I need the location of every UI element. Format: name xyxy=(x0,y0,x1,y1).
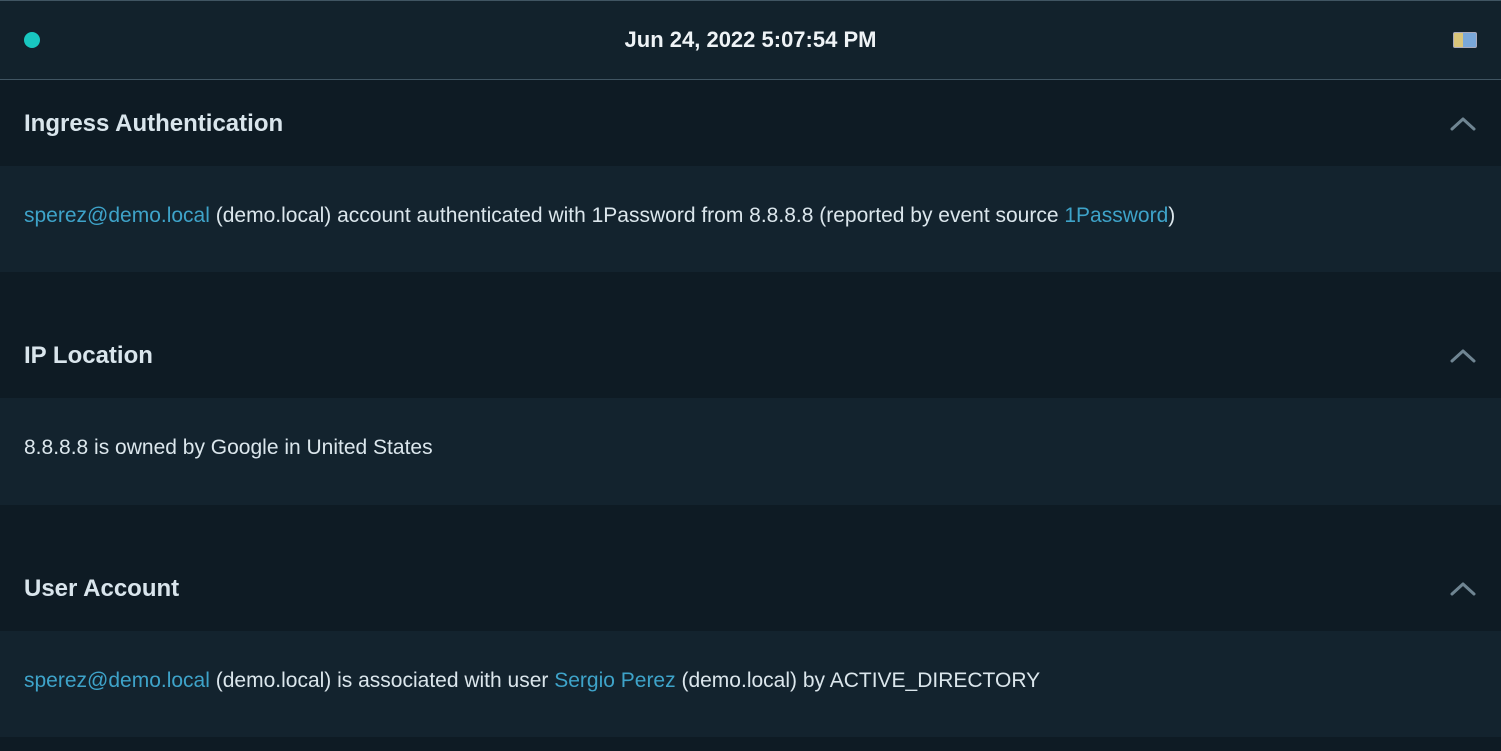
timestamp-bar: Jun 24, 2022 5:07:54 PM xyxy=(0,0,1501,80)
section-body-user: sperez@demo.local (demo.local) is associ… xyxy=(0,631,1501,737)
section-body-ingress: sperez@demo.local (demo.local) account a… xyxy=(0,166,1501,272)
section-title: IP Location xyxy=(24,342,153,370)
section-ingress-authentication: Ingress Authentication sperez@demo.local… xyxy=(0,80,1501,272)
chevron-up-icon[interactable] xyxy=(1449,580,1477,598)
ingress-text-1: (demo.local) account authenticated with … xyxy=(210,204,1064,227)
user-text-2: (demo.local) by ACTIVE_DIRECTORY xyxy=(676,669,1041,692)
section-header-iploc[interactable]: IP Location xyxy=(0,312,1501,398)
section-title: Ingress Authentication xyxy=(24,110,283,138)
user-text-1: (demo.local) is associated with user xyxy=(210,669,554,692)
ingress-text-tail: ) xyxy=(1168,204,1175,227)
section-header-user[interactable]: User Account xyxy=(0,545,1501,631)
event-source-link[interactable]: 1Password xyxy=(1064,204,1168,227)
account-link[interactable]: sperez@demo.local xyxy=(24,204,210,227)
section-header-ingress[interactable]: Ingress Authentication xyxy=(0,80,1501,166)
event-timestamp: Jun 24, 2022 5:07:54 PM xyxy=(625,27,877,53)
status-dot-icon xyxy=(24,32,40,48)
user-name-link[interactable]: Sergio Perez xyxy=(554,669,675,692)
section-gap xyxy=(0,272,1501,312)
source-type-icon[interactable] xyxy=(1453,32,1477,48)
section-user-account: User Account sperez@demo.local (demo.loc… xyxy=(0,545,1501,737)
section-gap xyxy=(0,505,1501,545)
event-detail-panel: Jun 24, 2022 5:07:54 PM Ingress Authenti… xyxy=(0,0,1501,751)
section-body-iploc: 8.8.8.8 is owned by Google in United Sta… xyxy=(0,398,1501,504)
chevron-up-icon[interactable] xyxy=(1449,347,1477,365)
section-ip-location: IP Location 8.8.8.8 is owned by Google i… xyxy=(0,312,1501,504)
chevron-up-icon[interactable] xyxy=(1449,115,1477,133)
section-title: User Account xyxy=(24,575,179,603)
account-link[interactable]: sperez@demo.local xyxy=(24,669,210,692)
